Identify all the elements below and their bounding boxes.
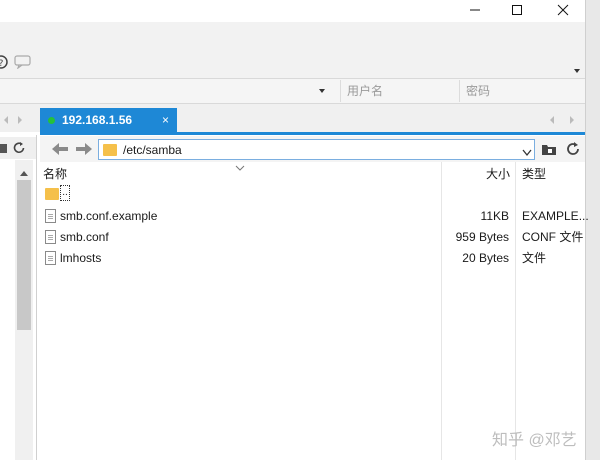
- column-divider: [515, 162, 516, 460]
- chevron-left-icon: [4, 116, 8, 124]
- tab-session[interactable]: 192.168.1.56 ×: [40, 108, 177, 132]
- minimize-icon: [470, 9, 480, 11]
- chevron-down-icon: [522, 149, 532, 157]
- new-folder-icon: [0, 144, 7, 153]
- file-name[interactable]: smb.conf: [60, 227, 109, 247]
- column-header-size[interactable]: 大小: [486, 165, 510, 182]
- watermark: 知乎 @邓艺: [492, 432, 577, 449]
- close-window-button[interactable]: [543, 0, 583, 20]
- file-type: 文件: [522, 251, 547, 265]
- host-combo[interactable]: [0, 80, 338, 102]
- minimize-button[interactable]: [455, 0, 495, 20]
- file-name[interactable]: smb.conf.example: [60, 206, 157, 226]
- file-type: EXAMPLE...: [522, 209, 589, 223]
- help-button[interactable]: ?: [0, 55, 8, 72]
- maximize-button[interactable]: [497, 0, 537, 20]
- toolbar-dropdown[interactable]: [573, 63, 581, 77]
- refresh-icon: [13, 142, 25, 154]
- connected-status-icon: [48, 116, 55, 124]
- chevron-left-icon: [550, 116, 554, 124]
- scroll-up-button[interactable]: [19, 166, 29, 180]
- file-icon: [45, 209, 56, 223]
- password-field[interactable]: 密码: [459, 80, 577, 102]
- file-size: 11KB: [480, 209, 509, 223]
- column-header-type[interactable]: 类型: [522, 165, 546, 182]
- file-name[interactable]: lmhosts: [60, 248, 101, 268]
- new-folder-button[interactable]: [541, 142, 557, 159]
- tab-close-button[interactable]: ×: [162, 113, 169, 127]
- folder-icon: [45, 188, 59, 200]
- tab-scroll-right[interactable]: [568, 114, 576, 128]
- maximize-icon: [512, 5, 522, 15]
- desktop-edge: [585, 0, 600, 460]
- refresh-button[interactable]: [565, 141, 581, 160]
- tab-underline: [40, 132, 585, 135]
- column-header-name[interactable]: 名称: [43, 165, 67, 182]
- file-size: 959 Bytes: [455, 230, 509, 244]
- tab-scroll-left-left[interactable]: [2, 114, 10, 128]
- chat-button[interactable]: [14, 55, 32, 72]
- arrow-left-icon: [52, 143, 68, 155]
- username-field[interactable]: 用户名: [340, 80, 457, 102]
- path-input[interactable]: /etc/samba: [98, 139, 535, 160]
- local-refresh-button[interactable]: [12, 141, 26, 158]
- file-icon: [45, 230, 56, 244]
- forward-button[interactable]: [75, 142, 93, 159]
- caret-down-icon: [574, 69, 580, 73]
- local-scroll-thumb[interactable]: [17, 180, 31, 330]
- tab-scroll-right-left[interactable]: [16, 114, 24, 128]
- caret-down-icon: [319, 89, 325, 93]
- chevron-right-icon: [570, 116, 574, 124]
- back-button[interactable]: [51, 142, 69, 159]
- toolbar: [0, 22, 585, 79]
- svg-text:?: ?: [0, 59, 4, 69]
- help-icon: ?: [0, 55, 8, 69]
- local-new-folder-button[interactable]: [0, 142, 8, 157]
- path-text: /etc/samba: [123, 142, 182, 157]
- sort-indicator[interactable]: [235, 160, 245, 174]
- file-type: CONF 文件: [522, 230, 584, 244]
- refresh-icon: [567, 142, 579, 155]
- chat-icon: [14, 55, 31, 70]
- close-icon: [557, 4, 569, 16]
- chevron-right-icon: [18, 116, 22, 124]
- folder-icon: [103, 143, 117, 156]
- file-size: 20 Bytes: [462, 251, 509, 265]
- file-icon: [45, 251, 56, 265]
- new-folder-icon: [542, 145, 556, 155]
- parent-dir-item[interactable]: ..: [60, 185, 70, 201]
- caret-up-icon: [20, 171, 28, 176]
- tab-scroll-left[interactable]: [548, 114, 556, 128]
- path-history-dropdown[interactable]: [522, 146, 532, 160]
- chevron-down-icon: [235, 165, 245, 171]
- arrow-right-icon: [76, 143, 92, 155]
- tab-label: 192.168.1.56: [62, 113, 133, 127]
